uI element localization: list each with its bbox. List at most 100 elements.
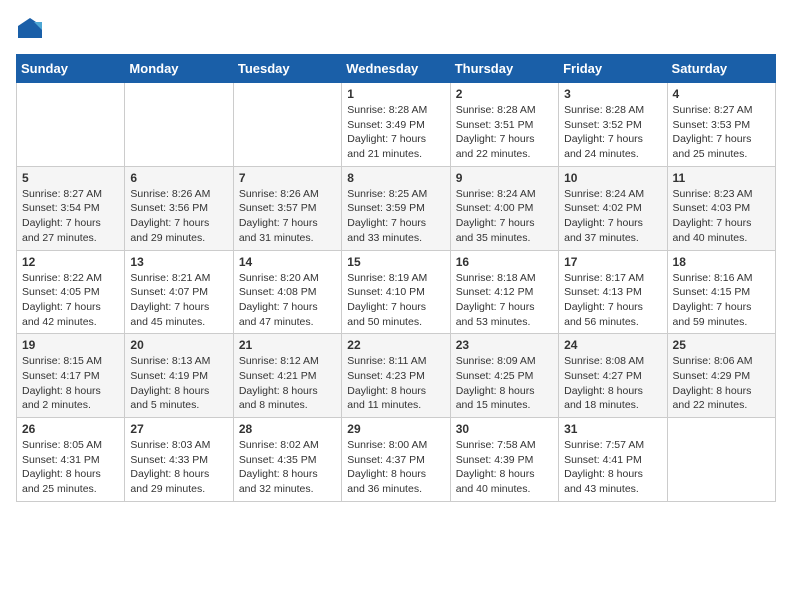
- day-number: 27: [130, 422, 227, 436]
- calendar-cell: 5 Sunrise: 8:27 AM Sunset: 3:54 PM Daylig…: [17, 166, 125, 250]
- day-info: Sunrise: 8:15 AM Sunset: 4:17 PM Dayligh…: [22, 354, 119, 413]
- day-number: 12: [22, 255, 119, 269]
- day-info: Sunrise: 8:19 AM Sunset: 4:10 PM Dayligh…: [347, 271, 444, 330]
- day-number: 7: [239, 171, 336, 185]
- calendar-cell: 14 Sunrise: 8:20 AM Sunset: 4:08 PM Dayli…: [233, 250, 341, 334]
- calendar-cell: 27 Sunrise: 8:03 AM Sunset: 4:33 PM Dayli…: [125, 418, 233, 502]
- day-info: Sunrise: 8:28 AM Sunset: 3:49 PM Dayligh…: [347, 103, 444, 162]
- day-number: 30: [456, 422, 553, 436]
- calendar-cell: 6 Sunrise: 8:26 AM Sunset: 3:56 PM Daylig…: [125, 166, 233, 250]
- calendar-cell: 24 Sunrise: 8:08 AM Sunset: 4:27 PM Dayli…: [559, 334, 667, 418]
- day-info: Sunrise: 8:18 AM Sunset: 4:12 PM Dayligh…: [456, 271, 553, 330]
- calendar-cell: 8 Sunrise: 8:25 AM Sunset: 3:59 PM Daylig…: [342, 166, 450, 250]
- calendar-cell: 3 Sunrise: 8:28 AM Sunset: 3:52 PM Daylig…: [559, 83, 667, 167]
- day-info: Sunrise: 8:12 AM Sunset: 4:21 PM Dayligh…: [239, 354, 336, 413]
- day-info: Sunrise: 8:02 AM Sunset: 4:35 PM Dayligh…: [239, 438, 336, 497]
- day-number: 18: [673, 255, 770, 269]
- day-number: 4: [673, 87, 770, 101]
- calendar-cell: 10 Sunrise: 8:24 AM Sunset: 4:02 PM Dayli…: [559, 166, 667, 250]
- calendar-cell: 2 Sunrise: 8:28 AM Sunset: 3:51 PM Daylig…: [450, 83, 558, 167]
- day-number: 19: [22, 338, 119, 352]
- day-number: 9: [456, 171, 553, 185]
- calendar-table: SundayMondayTuesdayWednesdayThursdayFrid…: [16, 54, 776, 502]
- day-number: 3: [564, 87, 661, 101]
- calendar-cell: 25 Sunrise: 8:06 AM Sunset: 4:29 PM Dayli…: [667, 334, 775, 418]
- day-number: 10: [564, 171, 661, 185]
- calendar-cell: 30 Sunrise: 7:58 AM Sunset: 4:39 PM Dayli…: [450, 418, 558, 502]
- weekday-header: Tuesday: [233, 55, 341, 83]
- calendar-cell: 22Sunrise: 8:11 AM Sunset: 4:23 PM Dayli…: [342, 334, 450, 418]
- day-info: Sunrise: 8:26 AM Sunset: 3:57 PM Dayligh…: [239, 187, 336, 246]
- day-number: 1: [347, 87, 444, 101]
- day-number: 17: [564, 255, 661, 269]
- day-number: 14: [239, 255, 336, 269]
- calendar-cell: [667, 418, 775, 502]
- calendar-cell: 29 Sunrise: 8:00 AM Sunset: 4:37 PM Dayli…: [342, 418, 450, 502]
- day-info: Sunrise: 8:25 AM Sunset: 3:59 PM Dayligh…: [347, 187, 444, 246]
- day-number: 20: [130, 338, 227, 352]
- day-info: Sunrise: 8:05 AM Sunset: 4:31 PM Dayligh…: [22, 438, 119, 497]
- day-info: Sunrise: 8:28 AM Sunset: 3:52 PM Dayligh…: [564, 103, 661, 162]
- day-info: Sunrise: 8:21 AM Sunset: 4:07 PM Dayligh…: [130, 271, 227, 330]
- day-number: 15: [347, 255, 444, 269]
- day-info: Sunrise: 8:08 AM Sunset: 4:27 PM Dayligh…: [564, 354, 661, 413]
- calendar-cell: 28 Sunrise: 8:02 AM Sunset: 4:35 PM Dayli…: [233, 418, 341, 502]
- weekday-header: Saturday: [667, 55, 775, 83]
- day-info: Sunrise: 8:13 AM Sunset: 4:19 PM Dayligh…: [130, 354, 227, 413]
- calendar-cell: 7 Sunrise: 8:26 AM Sunset: 3:57 PM Daylig…: [233, 166, 341, 250]
- calendar-cell: 26 Sunrise: 8:05 AM Sunset: 4:31 PM Dayli…: [17, 418, 125, 502]
- day-number: 16: [456, 255, 553, 269]
- day-info: Sunrise: 8:16 AM Sunset: 4:15 PM Dayligh…: [673, 271, 770, 330]
- day-number: 6: [130, 171, 227, 185]
- calendar-cell: [17, 83, 125, 167]
- day-info: Sunrise: 8:22 AM Sunset: 4:05 PM Dayligh…: [22, 271, 119, 330]
- day-info: Sunrise: 8:28 AM Sunset: 3:51 PM Dayligh…: [456, 103, 553, 162]
- day-number: 23: [456, 338, 553, 352]
- day-info: Sunrise: 8:27 AM Sunset: 3:53 PM Dayligh…: [673, 103, 770, 162]
- day-number: 28: [239, 422, 336, 436]
- day-info: Sunrise: 8:06 AM Sunset: 4:29 PM Dayligh…: [673, 354, 770, 413]
- calendar-cell: 19 Sunrise: 8:15 AM Sunset: 4:17 PM Dayli…: [17, 334, 125, 418]
- calendar-cell: 11 Sunrise: 8:23 AM Sunset: 4:03 PM Dayli…: [667, 166, 775, 250]
- weekday-header: Sunday: [17, 55, 125, 83]
- logo: [16, 16, 48, 44]
- calendar-cell: 18 Sunrise: 8:16 AM Sunset: 4:15 PM Dayli…: [667, 250, 775, 334]
- day-number: 13: [130, 255, 227, 269]
- day-info: Sunrise: 8:27 AM Sunset: 3:54 PM Dayligh…: [22, 187, 119, 246]
- day-info: Sunrise: 8:09 AM Sunset: 4:25 PM Dayligh…: [456, 354, 553, 413]
- page-header: [16, 16, 776, 44]
- calendar-cell: 31Sunrise: 7:57 AM Sunset: 4:41 PM Dayli…: [559, 418, 667, 502]
- day-number: 25: [673, 338, 770, 352]
- calendar-cell: 12 Sunrise: 8:22 AM Sunset: 4:05 PM Dayli…: [17, 250, 125, 334]
- day-number: 2: [456, 87, 553, 101]
- calendar-cell: 9 Sunrise: 8:24 AM Sunset: 4:00 PM Daylig…: [450, 166, 558, 250]
- day-info: Sunrise: 8:20 AM Sunset: 4:08 PM Dayligh…: [239, 271, 336, 330]
- calendar-cell: 15 Sunrise: 8:19 AM Sunset: 4:10 PM Dayli…: [342, 250, 450, 334]
- day-info: Sunrise: 8:00 AM Sunset: 4:37 PM Dayligh…: [347, 438, 444, 497]
- day-info: Sunrise: 8:03 AM Sunset: 4:33 PM Dayligh…: [130, 438, 227, 497]
- calendar-header: SundayMondayTuesdayWednesdayThursdayFrid…: [17, 55, 776, 83]
- weekday-header: Monday: [125, 55, 233, 83]
- day-number: 24: [564, 338, 661, 352]
- day-info: Sunrise: 8:26 AM Sunset: 3:56 PM Dayligh…: [130, 187, 227, 246]
- calendar-cell: 16 Sunrise: 8:18 AM Sunset: 4:12 PM Dayli…: [450, 250, 558, 334]
- logo-icon: [16, 16, 44, 44]
- calendar-cell: 23 Sunrise: 8:09 AM Sunset: 4:25 PM Dayli…: [450, 334, 558, 418]
- day-number: 22: [347, 338, 444, 352]
- day-number: 21: [239, 338, 336, 352]
- weekday-header: Thursday: [450, 55, 558, 83]
- weekday-header: Friday: [559, 55, 667, 83]
- day-number: 11: [673, 171, 770, 185]
- day-info: Sunrise: 8:24 AM Sunset: 4:02 PM Dayligh…: [564, 187, 661, 246]
- day-info: Sunrise: 7:58 AM Sunset: 4:39 PM Dayligh…: [456, 438, 553, 497]
- day-number: 5: [22, 171, 119, 185]
- day-number: 8: [347, 171, 444, 185]
- calendar-cell: [233, 83, 341, 167]
- day-info: Sunrise: 8:24 AM Sunset: 4:00 PM Dayligh…: [456, 187, 553, 246]
- calendar-cell: [125, 83, 233, 167]
- calendar-cell: 13 Sunrise: 8:21 AM Sunset: 4:07 PM Dayli…: [125, 250, 233, 334]
- day-info: Sunrise: 8:23 AM Sunset: 4:03 PM Dayligh…: [673, 187, 770, 246]
- calendar-cell: 4 Sunrise: 8:27 AM Sunset: 3:53 PM Daylig…: [667, 83, 775, 167]
- day-number: 29: [347, 422, 444, 436]
- day-number: 26: [22, 422, 119, 436]
